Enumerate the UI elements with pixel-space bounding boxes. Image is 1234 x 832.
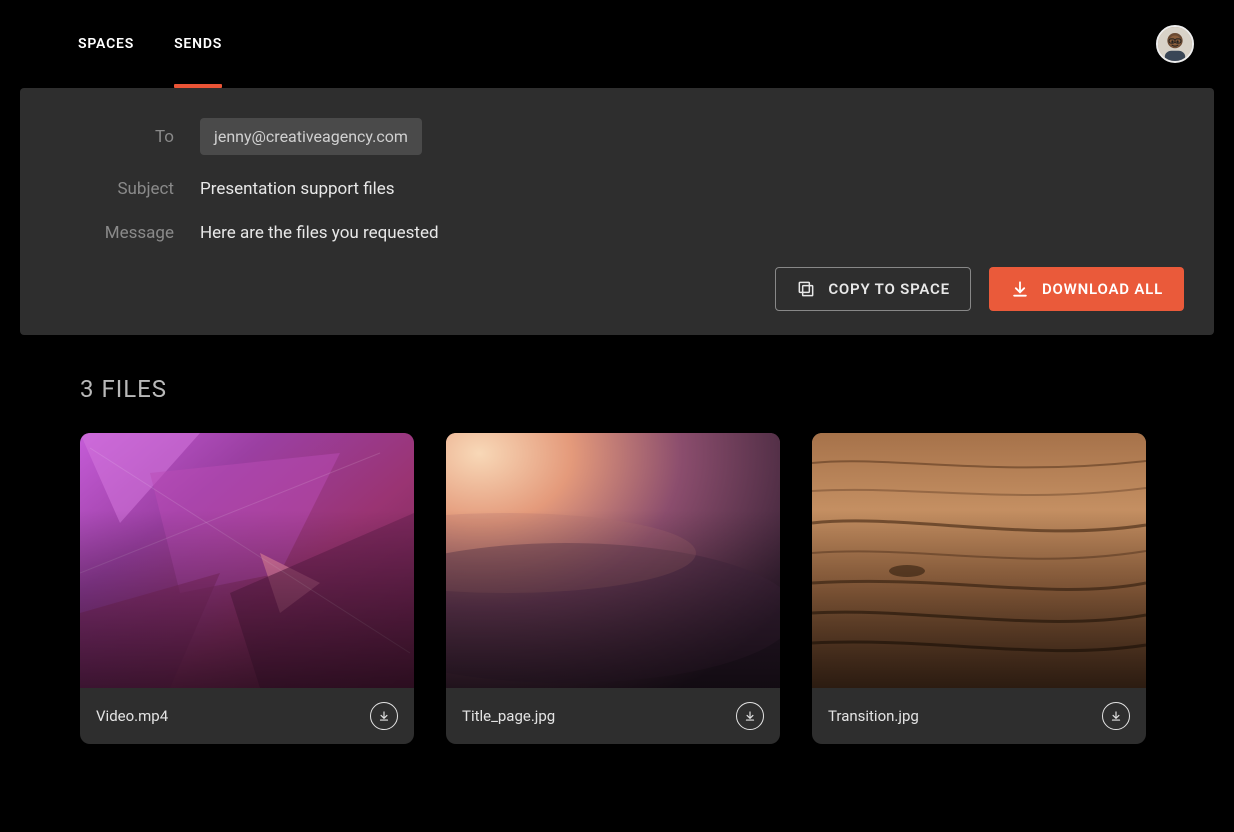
file-footer: Transition.jpg bbox=[812, 688, 1146, 744]
download-all-label: DOWNLOAD ALL bbox=[1042, 280, 1163, 298]
file-download-button[interactable] bbox=[736, 702, 764, 730]
avatar[interactable] bbox=[1156, 25, 1194, 63]
send-detail-panel: To jenny@creativeagency.com Subject Pres… bbox=[20, 88, 1214, 335]
file-card[interactable]: Title_page.jpg bbox=[446, 433, 780, 744]
app-root: SPACES SENDS To jenny@creativeagency.com bbox=[0, 0, 1234, 764]
download-small-icon bbox=[377, 709, 391, 723]
label-to: To bbox=[50, 127, 200, 147]
tab-list: SPACES SENDS bbox=[78, 0, 222, 88]
value-subject: Presentation support files bbox=[200, 179, 395, 199]
file-thumbnail bbox=[812, 433, 1146, 688]
value-message: Here are the files you requested bbox=[200, 223, 439, 243]
file-download-button[interactable] bbox=[1102, 702, 1130, 730]
copy-icon bbox=[796, 279, 816, 299]
files-heading: 3 FILES bbox=[80, 375, 1154, 403]
file-name: Video.mp4 bbox=[96, 707, 168, 725]
file-grid: Video.mp4 bbox=[80, 433, 1154, 744]
avatar-face-icon bbox=[1158, 27, 1192, 61]
download-icon bbox=[1010, 279, 1030, 299]
label-subject: Subject bbox=[50, 179, 200, 199]
tab-sends[interactable]: SENDS bbox=[174, 0, 222, 88]
file-thumbnail bbox=[80, 433, 414, 688]
download-all-button[interactable]: DOWNLOAD ALL bbox=[989, 267, 1184, 311]
label-message: Message bbox=[50, 223, 200, 243]
action-bar: COPY TO SPACE DOWNLOAD ALL bbox=[50, 267, 1184, 311]
file-name: Title_page.jpg bbox=[462, 707, 555, 725]
copy-to-space-label: COPY TO SPACE bbox=[828, 280, 950, 298]
field-row-message: Message Here are the files you requested bbox=[50, 223, 1184, 243]
file-card[interactable]: Video.mp4 bbox=[80, 433, 414, 744]
file-download-button[interactable] bbox=[370, 702, 398, 730]
field-row-subject: Subject Presentation support files bbox=[50, 179, 1184, 199]
download-small-icon bbox=[1109, 709, 1123, 723]
topbar: SPACES SENDS bbox=[20, 0, 1214, 88]
file-thumbnail bbox=[446, 433, 780, 688]
copy-to-space-button[interactable]: COPY TO SPACE bbox=[775, 267, 971, 311]
file-footer: Title_page.jpg bbox=[446, 688, 780, 744]
download-small-icon bbox=[743, 709, 757, 723]
file-name: Transition.jpg bbox=[828, 707, 919, 725]
tab-spaces[interactable]: SPACES bbox=[78, 0, 134, 88]
file-card[interactable]: Transition.jpg bbox=[812, 433, 1146, 744]
files-section: 3 FILES Video.mp4 bbox=[20, 335, 1214, 744]
value-to: jenny@creativeagency.com bbox=[200, 118, 422, 155]
field-row-to: To jenny@creativeagency.com bbox=[50, 118, 1184, 155]
recipient-pill[interactable]: jenny@creativeagency.com bbox=[200, 118, 422, 155]
file-footer: Video.mp4 bbox=[80, 688, 414, 744]
